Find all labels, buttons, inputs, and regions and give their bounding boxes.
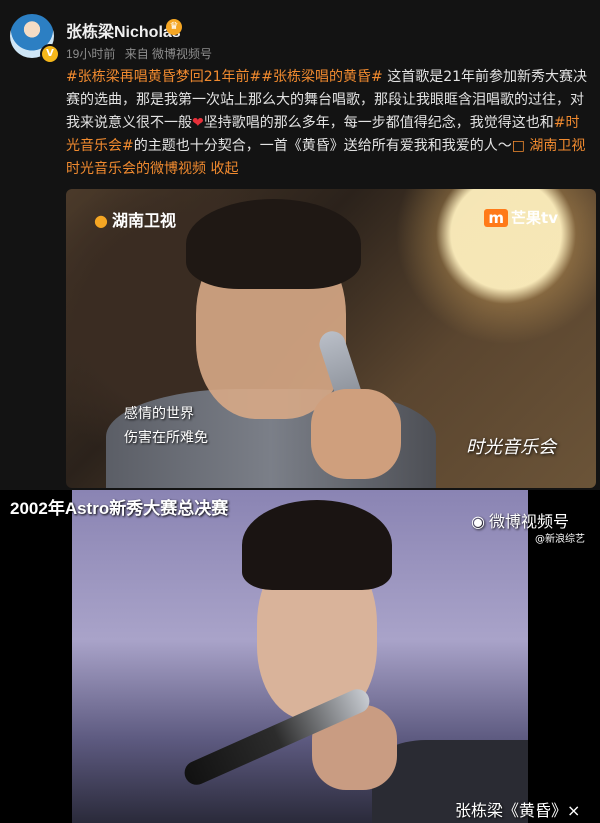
subtitle-line-2: 伤害在所难免 — [124, 430, 208, 446]
weibo-video-label: 微博视频号 — [488, 512, 569, 531]
mango-logo-text: 芒果tv — [511, 209, 558, 227]
weibo-source-handle: @新浪综艺 — [535, 534, 585, 545]
post-source[interactable]: 来自 微博视频号 — [125, 47, 212, 61]
post-text: #张栋梁再唱黄昏梦回21年前##张栋梁唱的黄昏# 这首歌是21年前参加新秀大赛决… — [66, 66, 590, 181]
mango-logo-icon: m — [484, 209, 509, 227]
video-player-2[interactable]: 2002年Astro新秀大赛总决赛 ◉ 微博视频号 @新浪综艺 张栋梁《黄昏》× — [0, 490, 600, 823]
weibo-post: V 张栋梁Nicholas ♛ 19小时前 来自 微博视频号 #张栋梁再唱黄昏梦… — [0, 0, 600, 490]
show-logo: 时光音乐会 — [466, 437, 556, 458]
collapse-link[interactable]: 收起 — [210, 161, 238, 177]
hunan-tv-logo: ● 湖南卫视 — [94, 207, 176, 231]
subtitle-line-1: 感情的世界 — [124, 406, 194, 422]
hunan-logo-text: 湖南卫视 — [111, 211, 176, 230]
weibo-video-logo: ◉ 微博视频号 — [471, 508, 569, 532]
post-time: 19小时前 — [66, 47, 116, 61]
singer-hair — [186, 199, 361, 289]
singer-hair — [242, 500, 392, 590]
crown-icon: ♛ — [166, 19, 182, 35]
weibo-eye-icon: ◉ — [471, 512, 485, 531]
singer-hand — [311, 389, 401, 479]
song-caption: 张栋梁《黄昏》× — [455, 801, 581, 820]
hunan-logo-icon: ● — [94, 211, 108, 230]
post-text-segment: 坚持歌唱的那么多年，每一步都值得纪念，我觉得这也和 — [203, 115, 554, 131]
video-player-1[interactable]: ● 湖南卫视 m 芒果tv 感情的世界 伤害在所难免 时光音乐会 — [66, 189, 596, 488]
verified-badge-icon: V — [40, 44, 60, 64]
video-frame-2 — [72, 490, 528, 823]
event-caption: 2002年Astro新秀大赛总决赛 — [10, 499, 229, 518]
heart-icon: ❤ — [192, 115, 204, 131]
mango-tv-logo: m 芒果tv — [484, 207, 558, 228]
hashtag-link[interactable]: #张栋梁再唱黄昏梦回21年前##张栋梁唱的黄昏# — [66, 69, 383, 85]
post-meta: 19小时前 来自 微博视频号 — [66, 45, 218, 62]
username[interactable]: 张栋梁Nicholas — [66, 18, 181, 42]
post-text-segment: 的主题也十分契合，一首《黄昏》送给所有爱我和我爱的人～ — [133, 138, 512, 154]
